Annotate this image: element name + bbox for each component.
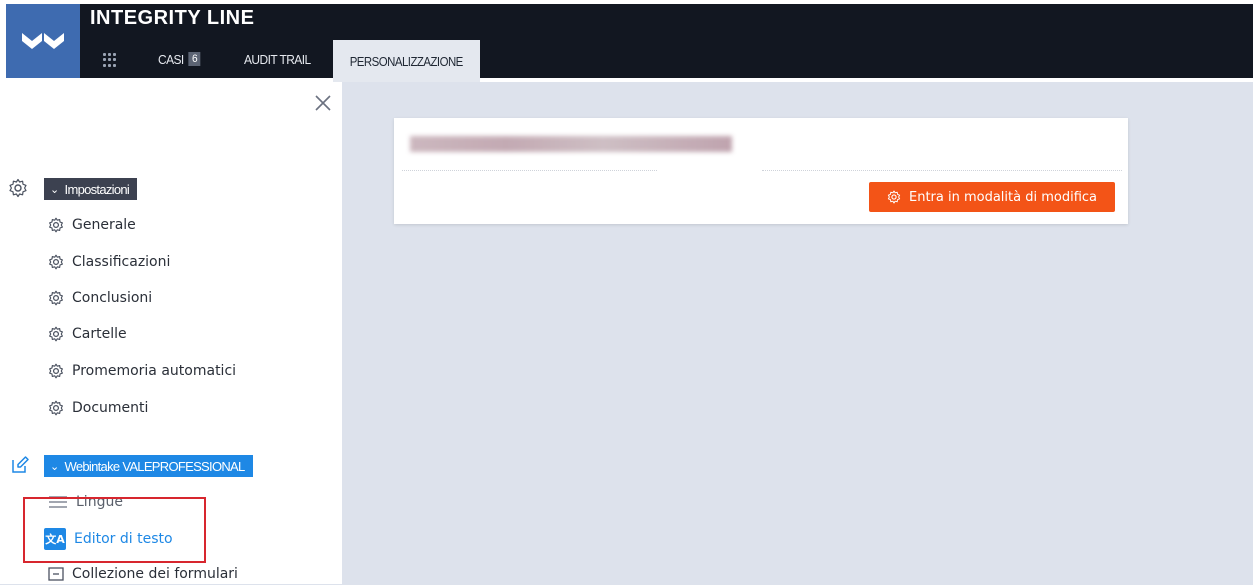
tab-casi-label: CASI (158, 51, 184, 67)
edit-mode-button-label: Entra in modalità di modifica (908, 189, 1097, 205)
section-impostazioni[interactable]: ⌄ Impostazioni (44, 178, 138, 200)
tab-casi[interactable]: CASI 6 (158, 40, 201, 78)
chevron-down-icon: ⌄ (50, 183, 59, 196)
sidebar-item-cartelle[interactable]: Cartelle (48, 323, 127, 345)
sidebar-item-classificazioni[interactable]: Classificazioni (48, 251, 170, 273)
tab-casi-badge: 6 (188, 52, 201, 66)
sidebar-item-documenti[interactable]: Documenti (48, 397, 148, 419)
profile-card: Entra in modalità di modifica (394, 118, 1128, 224)
sidebar-item-label: Conclusioni (72, 290, 153, 306)
tab-personalizzazione[interactable]: PERSONALIZZAZIONE (333, 40, 480, 82)
gear-icon (887, 190, 901, 204)
sidebar-item-label: Collezione dei formulari (72, 566, 238, 582)
settings-gear-icon (9, 178, 27, 198)
close-icon[interactable] (314, 94, 332, 112)
divider (402, 170, 657, 171)
sidebar-item-label: Cartelle (72, 326, 127, 342)
sidebar-item-label: Generale (72, 217, 136, 233)
tab-audit-trail-label: AUDIT TRAIL (244, 51, 311, 67)
apps-grid-icon[interactable] (103, 53, 117, 67)
gear-icon (49, 326, 63, 342)
sidebar-item-label: Promemoria automatici (72, 363, 237, 379)
tab-audit-trail[interactable]: AUDIT TRAIL (244, 40, 311, 78)
sidebar-item-promemoria-automatici[interactable]: Promemoria automatici (48, 360, 236, 382)
sidebar-item-conclusioni[interactable]: Conclusioni (48, 287, 152, 309)
gear-icon (49, 254, 63, 270)
blurred-text (410, 136, 732, 152)
sidebar-item-label: Classificazioni (72, 254, 171, 270)
edit-mode-button[interactable]: Entra in modalità di modifica (869, 182, 1115, 212)
form-icon (48, 567, 64, 581)
section-webintake-label: Webintake VALEPROFESSIONAL (64, 458, 246, 474)
sidebar-item-collezione-dei-formulari[interactable]: Collezione dei formulari (48, 563, 238, 585)
section-webintake[interactable]: ⌄ Webintake VALEPROFESSIONAL (44, 455, 253, 477)
highlight-box (23, 497, 206, 563)
app-title: INTEGRITY LINE (90, 7, 255, 29)
app-logo[interactable] (6, 4, 80, 78)
chevron-down-icon: ⌄ (50, 460, 59, 473)
gear-icon (49, 290, 63, 306)
section-impostazioni-label: Impostazioni (64, 181, 130, 197)
tab-personalizzazione-label: PERSONALIZZAZIONE (349, 53, 464, 69)
logo-icon (22, 33, 64, 49)
sidebar-item-label: Documenti (72, 400, 149, 416)
gear-icon (49, 400, 63, 416)
gear-icon (49, 217, 63, 233)
edit-icon (12, 456, 29, 473)
divider (762, 170, 1122, 171)
sidebar-item-generale[interactable]: Generale (48, 214, 136, 236)
gear-icon (49, 363, 63, 379)
